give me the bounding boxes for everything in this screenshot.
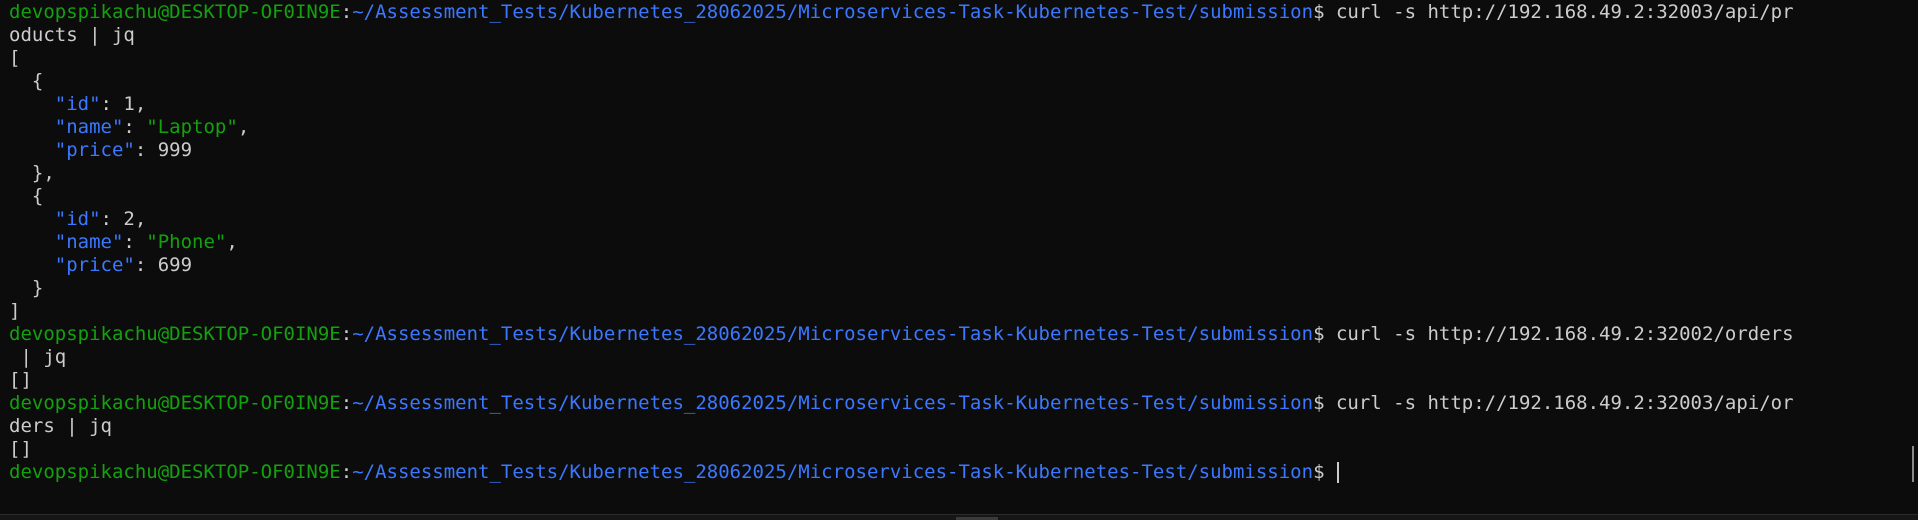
text-cursor[interactable] (1336, 462, 1339, 483)
api-orders-result: [] (9, 438, 32, 460)
prompt-separator: : (340, 392, 353, 414)
json-line: }, (9, 162, 1904, 185)
prompt-line: devopspikachu@DESKTOP-OF0IN9E:~/Assessme… (9, 392, 1904, 415)
json-line: ] (9, 300, 1904, 323)
json-line: { (9, 185, 1904, 208)
prompt-path: ~/Assessment_Tests/Kubernetes_28062025/M… (352, 461, 1314, 483)
prompt-symbol: $ (1313, 461, 1336, 483)
json-value-name: "Phone" (146, 231, 227, 253)
prompt-symbol: $ (1313, 1, 1336, 23)
terminal-window[interactable]: devopspikachu@DESKTOP-OF0IN9E:~/Assessme… (0, 0, 1918, 514)
prompt-separator: : (340, 1, 353, 23)
command-text: curl -s http://192.168.49.2:32002/orders (1335, 323, 1794, 345)
json-line: } (9, 277, 1904, 300)
prompt-symbol: $ (1313, 323, 1336, 345)
json-line: "name": "Laptop", (54, 116, 250, 138)
command-text-wrap: ders | jq (9, 415, 112, 437)
json-close-object: } (9, 277, 44, 299)
json-open-array: [ (9, 47, 21, 69)
command-text: curl -s http://192.168.49.2:32003/api/or (1335, 392, 1794, 414)
json-open-object: { (9, 70, 44, 92)
json-value-name: "Laptop" (146, 116, 238, 138)
json-line: { (9, 70, 1904, 93)
command-wrap-line: | jq (9, 346, 1904, 369)
json-line: "id": 2, (54, 208, 147, 230)
json-value-id: 2 (123, 208, 135, 230)
json-key-id: "id" (54, 93, 101, 115)
command-text: curl -s http://192.168.49.2:32003/api/pr (1335, 1, 1794, 23)
terminal-output[interactable]: devopspikachu@DESKTOP-OF0IN9E:~/Assessme… (9, 1, 1904, 484)
json-value-price: 699 (157, 254, 193, 276)
json-close-object: }, (9, 162, 55, 184)
prompt-path: ~/Assessment_Tests/Kubernetes_28062025/M… (352, 1, 1314, 23)
active-prompt-line[interactable]: devopspikachu@DESKTOP-OF0IN9E:~/Assessme… (9, 461, 1904, 484)
json-line: [ (9, 47, 1904, 70)
json-key-price: "price" (54, 254, 135, 276)
output-line: [] (9, 369, 1904, 392)
prompt-symbol: $ (1313, 392, 1336, 414)
json-open-object: { (9, 185, 44, 207)
prompt-separator: : (340, 461, 353, 483)
prompt-path: ~/Assessment_Tests/Kubernetes_28062025/M… (352, 392, 1314, 414)
json-close-array: ] (9, 300, 21, 322)
json-key-name: "name" (54, 231, 124, 253)
json-line: "id": 1, (54, 93, 147, 115)
json-value-price: 999 (157, 139, 193, 161)
json-line: "name": "Phone", (54, 231, 238, 253)
json-line: "price": 999 (54, 139, 193, 161)
json-line: "price": 699 (54, 254, 193, 276)
prompt-line: devopspikachu@DESKTOP-OF0IN9E:~/Assessme… (9, 323, 1904, 346)
prompt-separator: : (340, 323, 353, 345)
command-text-wrap: | jq (9, 346, 67, 368)
json-key-id: "id" (54, 208, 101, 230)
output-line: [] (9, 438, 1904, 461)
json-value-id: 1 (123, 93, 135, 115)
prompt-path: ~/Assessment_Tests/Kubernetes_28062025/M… (352, 323, 1314, 345)
prompt-user-host: devopspikachu@DESKTOP-OF0IN9E (9, 323, 341, 345)
json-key-price: "price" (54, 139, 135, 161)
scrollbar-thumb[interactable] (1912, 446, 1914, 482)
json-key-name: "name" (54, 116, 124, 138)
prompt-user-host: devopspikachu@DESKTOP-OF0IN9E (9, 392, 341, 414)
prompt-user-host: devopspikachu@DESKTOP-OF0IN9E (9, 1, 341, 23)
prompt-line: devopspikachu@DESKTOP-OF0IN9E:~/Assessme… (9, 1, 1904, 24)
command-wrap-line: ders | jq (9, 415, 1904, 438)
orders-result: [] (9, 369, 32, 391)
command-wrap-line: oducts | jq (9, 24, 1904, 47)
command-text-wrap: oducts | jq (9, 24, 135, 46)
prompt-user-host: devopspikachu@DESKTOP-OF0IN9E (9, 461, 341, 483)
